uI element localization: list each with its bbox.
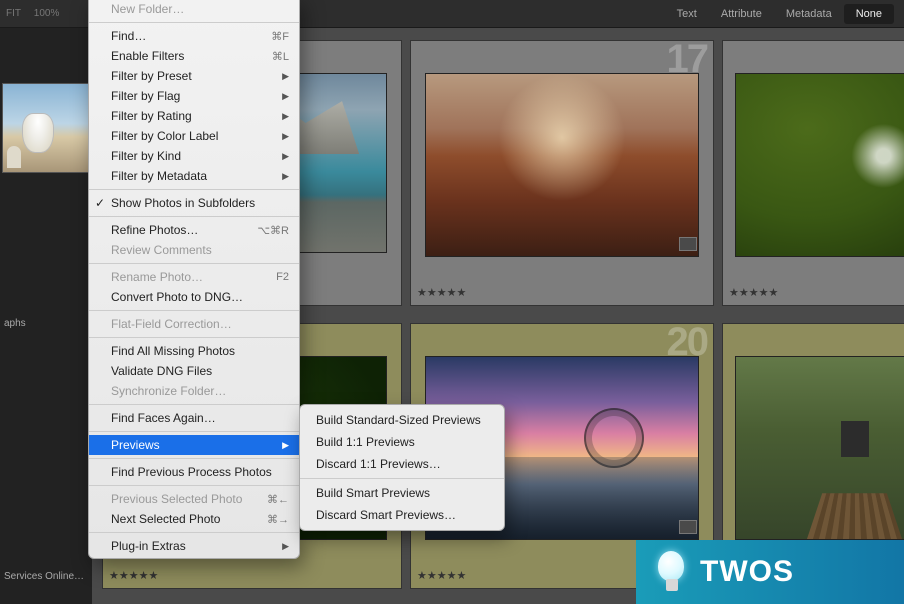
- filter-tab-metadata[interactable]: Metadata: [774, 4, 844, 24]
- menu-flat-field[interactable]: Flat-Field Correction…: [89, 314, 299, 334]
- preview-status-icon: [679, 520, 697, 534]
- chevron-right-icon: ▶: [282, 440, 289, 451]
- submenu-build-11[interactable]: Build 1:1 Previews: [300, 431, 504, 453]
- filter-tab-none[interactable]: None: [844, 4, 894, 24]
- menu-show-subfolders[interactable]: Show Photos in Subfolders: [89, 193, 299, 213]
- menu-separator: [89, 22, 299, 23]
- menu-separator: [89, 263, 299, 264]
- menu-refine-photos[interactable]: Refine Photos…⌥⌘R: [89, 220, 299, 240]
- menu-sync-folder[interactable]: Synchronize Folder…: [89, 381, 299, 401]
- chevron-right-icon: ▶: [282, 541, 289, 552]
- chevron-right-icon: ▶: [282, 91, 289, 102]
- previews-submenu: Build Standard-Sized Previews Build 1:1 …: [299, 404, 505, 531]
- menu-filter-metadata[interactable]: Filter by Metadata▶: [89, 166, 299, 186]
- menu-find[interactable]: Find…⌘F: [89, 26, 299, 46]
- rating-stars[interactable]: ★★★★★: [729, 286, 778, 299]
- grid-cell-17[interactable]: 17 ★★★★★: [410, 40, 714, 306]
- menu-plugin-extras[interactable]: Plug-in Extras▶: [89, 536, 299, 556]
- submenu-discard-11[interactable]: Discard 1:1 Previews…: [300, 453, 504, 475]
- chevron-right-icon: ▶: [282, 131, 289, 142]
- menu-separator: [89, 404, 299, 405]
- menu-separator: [89, 458, 299, 459]
- left-panel: aphs Services Online…: [0, 28, 92, 604]
- preview-status-icon: [679, 237, 697, 251]
- filter-tab-text[interactable]: Text: [665, 4, 709, 24]
- menu-next-selected[interactable]: Next Selected Photo⌘→: [89, 509, 299, 529]
- watermark-logo: TWOS: [636, 540, 904, 604]
- thumbnail-image: [735, 73, 904, 257]
- menu-separator: [89, 431, 299, 432]
- rating-stars[interactable]: ★★★★★: [109, 569, 158, 582]
- sidebar-services-label[interactable]: Services Online…: [4, 571, 84, 582]
- chevron-right-icon: ▶: [282, 111, 289, 122]
- menu-separator: [89, 216, 299, 217]
- zoom-label: 100%: [34, 8, 60, 19]
- menu-find-missing[interactable]: Find All Missing Photos: [89, 341, 299, 361]
- menu-convert-dng[interactable]: Convert Photo to DNG…: [89, 287, 299, 307]
- menu-find-previous-process[interactable]: Find Previous Process Photos: [89, 462, 299, 482]
- rating-stars[interactable]: ★★★★★: [417, 286, 466, 299]
- menu-previews[interactable]: Previews▶: [89, 435, 299, 455]
- navigator-thumbnail[interactable]: [2, 83, 90, 173]
- menu-previous-selected[interactable]: Previous Selected Photo⌘←: [89, 489, 299, 509]
- thumbnail-image: [425, 73, 699, 257]
- submenu-build-standard[interactable]: Build Standard-Sized Previews: [300, 409, 504, 431]
- menu-filter-color[interactable]: Filter by Color Label▶: [89, 126, 299, 146]
- thumbnail-image: [735, 356, 904, 540]
- filter-tab-attribute[interactable]: Attribute: [709, 4, 774, 24]
- library-menu: New Folder… Find…⌘F Enable Filters⌘L Fil…: [88, 0, 300, 559]
- menu-separator: [89, 337, 299, 338]
- menu-filter-flag[interactable]: Filter by Flag▶: [89, 86, 299, 106]
- menu-separator: [300, 478, 504, 479]
- menu-separator: [89, 485, 299, 486]
- menu-filter-rating[interactable]: Filter by Rating▶: [89, 106, 299, 126]
- menu-validate-dng[interactable]: Validate DNG Files: [89, 361, 299, 381]
- submenu-discard-smart[interactable]: Discard Smart Previews…: [300, 504, 504, 526]
- fit-label: FIT: [6, 8, 21, 19]
- sidebar-section-label: aphs: [4, 318, 26, 329]
- menu-filter-preset[interactable]: Filter by Preset▶: [89, 66, 299, 86]
- menu-separator: [89, 189, 299, 190]
- menu-enable-filters[interactable]: Enable Filters⌘L: [89, 46, 299, 66]
- chevron-right-icon: ▶: [282, 171, 289, 182]
- lightbulb-icon: [650, 549, 690, 595]
- grid-cell-18[interactable]: 18 ★★★★★: [722, 40, 904, 306]
- menu-filter-kind[interactable]: Filter by Kind▶: [89, 146, 299, 166]
- menu-separator: [89, 310, 299, 311]
- rating-stars[interactable]: ★★★★★: [417, 569, 466, 582]
- menu-separator: [89, 532, 299, 533]
- menu-new-folder[interactable]: New Folder…: [89, 0, 299, 19]
- chevron-right-icon: ▶: [282, 71, 289, 82]
- menu-find-faces[interactable]: Find Faces Again…: [89, 408, 299, 428]
- filter-bar: Text Attribute Metadata None: [665, 4, 894, 24]
- toolbar-left: FIT 100%: [6, 8, 69, 19]
- watermark-text: TWOS: [700, 555, 794, 589]
- submenu-build-smart[interactable]: Build Smart Previews: [300, 482, 504, 504]
- chevron-right-icon: ▶: [282, 151, 289, 162]
- menu-review-comments[interactable]: Review Comments: [89, 240, 299, 260]
- menu-rename-photo[interactable]: Rename Photo…F2: [89, 267, 299, 287]
